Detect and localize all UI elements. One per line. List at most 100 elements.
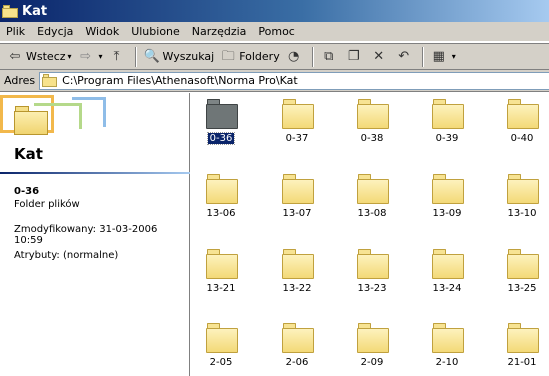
large-folder-icon: [14, 105, 48, 135]
folder-icon: [507, 323, 539, 353]
folder-item[interactable]: 2-10: [417, 317, 477, 376]
title-bar: Kat: [0, 0, 549, 22]
toolbar-separator: [311, 46, 314, 67]
history-icon: ◔: [288, 48, 300, 64]
address-value: C:\Program Files\Athenasoft\Norma Pro\Ka…: [62, 74, 298, 87]
chevron-down-icon[interactable]: ▾: [452, 52, 456, 61]
folder-label: 2-09: [342, 357, 402, 368]
copy-to-button[interactable]: ❐: [343, 46, 368, 68]
chevron-down-icon[interactable]: ▾: [99, 52, 103, 61]
folder-item[interactable]: 0-40: [492, 93, 549, 153]
folder-item[interactable]: 21-01: [492, 317, 549, 376]
folder-banner: Kat: [0, 93, 190, 175]
window-title: Kat: [22, 3, 48, 19]
folder-item[interactable]: 13-24: [417, 243, 477, 303]
move-to-button[interactable]: ⧉: [318, 46, 343, 68]
address-bar: Adres C:\Program Files\Athenasoft\Norma …: [0, 70, 549, 92]
folder-icon: [507, 174, 539, 204]
folder-item[interactable]: 13-09: [417, 168, 477, 228]
folder-grid: 0-36 0-37 0-38 0-39 0-40 13-06 13-07 13-08 13-09…: [191, 93, 549, 376]
folder-item[interactable]: 0-39: [417, 93, 477, 153]
folders-button[interactable]: 🗀 Foldery: [217, 46, 283, 68]
search-button[interactable]: 🔍 Wyszukaj: [141, 46, 218, 68]
folder-icon: [357, 99, 389, 129]
folders-icon: 🗀: [221, 48, 235, 64]
folder-item[interactable]: 13-23: [342, 243, 402, 303]
folder-label: 13-22: [267, 283, 327, 294]
folder-title: Kat: [14, 145, 43, 163]
folder-item[interactable]: 0-36: [191, 93, 251, 153]
views-button[interactable]: ▦ ▾: [428, 46, 459, 68]
folder-label: 13-10: [492, 208, 549, 219]
folder-icon: [282, 174, 314, 204]
move-to-icon: ⧉: [324, 48, 334, 64]
address-input[interactable]: C:\Program Files\Athenasoft\Norma Pro\Ka…: [39, 71, 549, 90]
copy-to-icon: ❐: [347, 48, 360, 64]
folder-label: 13-24: [417, 283, 477, 294]
chevron-down-icon[interactable]: ▾: [68, 52, 72, 61]
folder-label-text: 13-23: [357, 283, 387, 294]
folder-label-text: 0-39: [435, 133, 459, 144]
menu-bar: Plik Edycja Widok Ulubione Narzędzia Pom…: [0, 22, 549, 42]
menu-favorites[interactable]: Ulubione: [131, 25, 180, 38]
toolbar-separator: [134, 46, 137, 67]
folder-icon: [432, 249, 464, 279]
back-button[interactable]: ⇦ Wstecz ▾: [4, 46, 75, 68]
folder-item[interactable]: 0-38: [342, 93, 402, 153]
folder-label-text: 2-06: [285, 357, 309, 368]
folder-label-text: 13-06: [206, 208, 236, 219]
undo-button[interactable]: ↶: [393, 46, 418, 68]
folder-up-icon: ⤒: [113, 48, 120, 64]
folder-label: 13-08: [342, 208, 402, 219]
folder-icon: [357, 323, 389, 353]
menu-help[interactable]: Pomoc: [258, 25, 294, 38]
search-label: Wyszukaj: [162, 50, 215, 63]
folder-label-text: 13-24: [432, 283, 462, 294]
folder-item[interactable]: 13-22: [267, 243, 327, 303]
folder-label-text: 13-22: [282, 283, 312, 294]
delete-button[interactable]: ✕: [368, 46, 393, 68]
folder-item[interactable]: 13-06: [191, 168, 251, 228]
folder-item[interactable]: 2-05: [191, 317, 251, 376]
forward-button[interactable]: ⇨ ▾: [75, 46, 106, 68]
folder-item[interactable]: 13-08: [342, 168, 402, 228]
folder-icon: [507, 249, 539, 279]
folder-icon: [206, 323, 238, 353]
folder-icon: [42, 74, 58, 87]
menu-edit[interactable]: Edycja: [37, 25, 73, 38]
folder-item[interactable]: 13-10: [492, 168, 549, 228]
menu-view[interactable]: Widok: [85, 25, 119, 38]
folder-item[interactable]: 13-21: [191, 243, 251, 303]
details-pane: Kat 0-36 Folder plików Zmodyfikowany: 31…: [0, 93, 190, 376]
modified-date: Zmodyfikowany: 31-03-2006 10:59: [14, 224, 158, 246]
folder-item[interactable]: 0-37: [267, 93, 327, 153]
folder-item[interactable]: 13-25: [492, 243, 549, 303]
folder-label: 13-07: [267, 208, 327, 219]
folder-label: 0-36: [191, 132, 251, 145]
folder-item[interactable]: 2-06: [267, 317, 327, 376]
forward-arrow-icon: ⇨: [80, 48, 91, 64]
folder-label-text: 13-21: [206, 283, 236, 294]
folder-item[interactable]: 2-09: [342, 317, 402, 376]
folder-icon: [206, 249, 238, 279]
views-grid-icon: ▦: [432, 48, 445, 64]
folder-label: 0-40: [492, 133, 549, 144]
folder-icon: [206, 99, 238, 129]
folder-label: 0-37: [267, 133, 327, 144]
folder-icon: [432, 323, 464, 353]
selected-type: Folder plików: [14, 199, 80, 210]
folder-label-text: 2-10: [435, 357, 459, 368]
folder-label: 0-39: [417, 133, 477, 144]
folder-label-text: 0-38: [360, 133, 384, 144]
folder-item[interactable]: 13-07: [267, 168, 327, 228]
folder-icon: [282, 323, 314, 353]
folder-label-text: 2-05: [209, 357, 233, 368]
folder-label-text: 13-07: [282, 208, 312, 219]
folder-label: 13-21: [191, 283, 251, 294]
menu-tools[interactable]: Narzędzia: [192, 25, 247, 38]
menu-file[interactable]: Plik: [6, 25, 25, 38]
up-button[interactable]: ⤒: [106, 46, 131, 68]
history-button[interactable]: ◔: [283, 46, 308, 68]
folder-label: 13-23: [342, 283, 402, 294]
folder-icon: [357, 174, 389, 204]
